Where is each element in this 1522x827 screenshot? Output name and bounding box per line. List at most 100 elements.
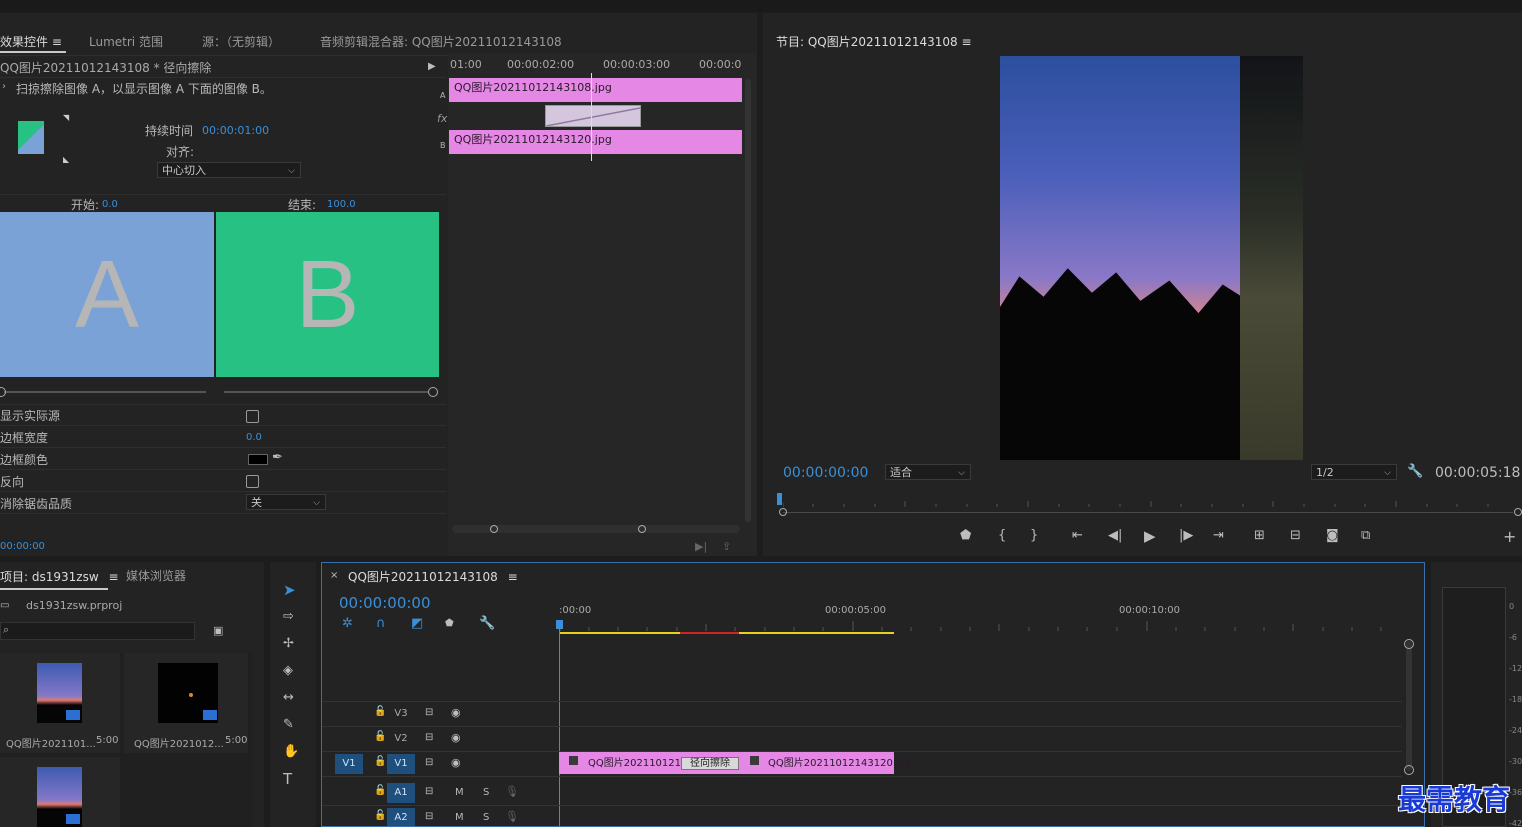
timeline-timecode[interactable]: 00:00:00:00 xyxy=(339,594,431,612)
linked-selection-icon[interactable]: ◩ xyxy=(411,616,423,632)
panel-menu-icon[interactable]: ≡ xyxy=(961,35,971,49)
align-dropdown[interactable]: 中心切入 ⌵ xyxy=(157,162,301,178)
eyedropper-icon[interactable]: ✒ xyxy=(272,450,283,466)
sync-lock-icon[interactable]: ⊟ xyxy=(425,730,433,746)
end-slider[interactable] xyxy=(224,391,428,393)
track-v2[interactable]: V2 xyxy=(387,729,415,749)
panel-menu-icon[interactable]: ≡ xyxy=(508,570,518,584)
program-playhead[interactable] xyxy=(777,493,782,505)
track-v1[interactable]: V1 xyxy=(387,754,415,774)
add-button-icon[interactable]: + xyxy=(1503,529,1516,545)
lock-icon[interactable]: 🔓 xyxy=(374,785,386,796)
mini-playhead[interactable] xyxy=(591,73,592,161)
program-video-frame[interactable] xyxy=(1000,56,1303,460)
mark-out-icon[interactable]: } xyxy=(1030,528,1038,544)
hand-icon[interactable]: ✋ xyxy=(283,744,299,760)
lock-icon[interactable]: 🔓 xyxy=(374,810,386,821)
add-marker-icon[interactable]: ⬟ xyxy=(445,616,454,632)
panel-menu-icon[interactable]: ≡ xyxy=(108,570,118,584)
project-item[interactable]: QQ图片2021101... 5:00 xyxy=(0,653,120,753)
scroll-handle[interactable] xyxy=(1404,765,1414,775)
mini-clip-a[interactable]: QQ图片20211012143108.jpg xyxy=(449,78,742,102)
microphone-icon[interactable]: 🎙 xyxy=(505,784,519,800)
track-a1[interactable]: A1 xyxy=(387,783,415,803)
export-icon[interactable]: ⇪ xyxy=(722,539,731,555)
eye-icon[interactable]: ◉ xyxy=(451,755,461,771)
timeline-playhead-line[interactable] xyxy=(559,629,560,826)
scroll-handle[interactable] xyxy=(638,525,646,533)
tab-audio-clip-mixer[interactable]: 音频剪辑混合器: QQ图片20211012143108 xyxy=(320,33,562,50)
mark-in-icon[interactable]: { xyxy=(998,528,1006,544)
camera-icon[interactable]: ◙ xyxy=(1326,528,1339,544)
play-triangle-icon[interactable]: ▶ xyxy=(428,59,436,75)
timeline-settings-icon[interactable]: 🔧 xyxy=(479,616,495,632)
project-item[interactable]: QQ图片2021012... 5:00 xyxy=(124,653,248,753)
antialias-dropdown[interactable]: 关 ⌵ xyxy=(246,494,326,510)
collapse-arrow-icon[interactable]: › xyxy=(2,81,6,92)
mini-transition[interactable] xyxy=(545,105,641,127)
marker-icon[interactable]: ⬟ xyxy=(960,528,971,544)
scroll-handle[interactable] xyxy=(1404,639,1414,649)
source-patch-v1[interactable]: V1 xyxy=(335,754,363,774)
new-bin-icon[interactable]: ▣ xyxy=(213,623,223,639)
close-icon[interactable]: × xyxy=(330,568,338,584)
razor-icon[interactable]: ◈ xyxy=(283,663,293,679)
eye-icon[interactable]: ◉ xyxy=(451,705,461,721)
sync-lock-icon[interactable]: ⊟ xyxy=(425,784,433,800)
mini-clip-b[interactable]: QQ图片20211012143120.jpg xyxy=(449,130,742,154)
mute-button[interactable]: M xyxy=(455,787,464,798)
timeline-vscrollbar[interactable] xyxy=(1406,641,1412,771)
tab-lumetri-scopes[interactable]: Lumetri 范围 xyxy=(89,33,163,50)
zoom-handle[interactable] xyxy=(779,508,787,516)
reverse-checkbox[interactable] xyxy=(246,475,259,488)
start-slider[interactable] xyxy=(4,391,206,393)
snap-icon[interactable]: ∩ xyxy=(376,616,386,632)
project-item[interactable] xyxy=(0,757,120,827)
tab-media-browser[interactable]: 媒体浏览器 xyxy=(126,567,186,584)
end-value[interactable]: 100.0 xyxy=(327,199,356,210)
mini-vscrollbar[interactable] xyxy=(745,79,751,522)
sync-lock-icon[interactable]: ⊟ xyxy=(425,705,433,721)
tab-project[interactable]: 项目: ds1931zsw ≡ xyxy=(0,568,119,585)
lock-icon[interactable]: 🔓 xyxy=(374,756,386,767)
eye-icon[interactable]: ◉ xyxy=(451,730,461,746)
extract-icon[interactable]: ⊟ xyxy=(1290,528,1301,544)
v1-clip-2[interactable]: QQ图片20211012143120.jpg xyxy=(768,754,911,769)
nest-icon[interactable]: ✲ xyxy=(342,616,353,632)
slider-handle[interactable] xyxy=(428,387,438,397)
lock-icon[interactable]: 🔓 xyxy=(374,706,386,717)
program-scrub-bar[interactable] xyxy=(782,493,1516,511)
zoom-track[interactable] xyxy=(783,512,1513,513)
timeline-playhead-head[interactable] xyxy=(556,620,563,629)
slip-icon[interactable]: ↔ xyxy=(283,690,294,706)
track-a2[interactable]: A2 xyxy=(387,808,415,826)
program-timecode[interactable]: 00:00:00:00 xyxy=(783,465,868,481)
sync-lock-icon[interactable]: ⊟ xyxy=(425,809,433,825)
track-v3[interactable]: V3 xyxy=(387,704,415,724)
compare-icon[interactable]: ⧉ xyxy=(1361,528,1370,544)
lift-icon[interactable]: ⊞ xyxy=(1254,528,1265,544)
mute-button[interactable]: M xyxy=(455,812,464,823)
tab-source[interactable]: 源：（无剪辑） xyxy=(202,33,280,50)
sync-lock-icon[interactable]: ⊟ xyxy=(425,755,433,771)
microphone-icon[interactable]: 🎙 xyxy=(505,809,519,825)
go-to-in-icon[interactable]: ⇤ xyxy=(1072,528,1083,544)
solo-button[interactable]: S xyxy=(483,812,489,823)
scroll-handle[interactable] xyxy=(490,525,498,533)
v1-clip-1[interactable]: QQ图片2021101214 xyxy=(588,754,687,769)
play-icon[interactable]: ▶ xyxy=(1144,528,1156,544)
selection-tool-icon[interactable]: ➤ xyxy=(283,582,296,598)
border-color-swatch[interactable] xyxy=(248,454,268,465)
resolution-dropdown[interactable]: 1/2 ⌵ xyxy=(1311,464,1397,480)
transition-radial-wipe[interactable]: 径向擦除 xyxy=(681,757,739,770)
step-back-icon[interactable]: ◀| xyxy=(1108,528,1122,544)
program-title[interactable]: 节目: QQ图片20211012143108 ≡ xyxy=(776,33,972,50)
type-tool-icon[interactable]: T xyxy=(283,771,292,787)
border-width-value[interactable]: 0.0 xyxy=(246,432,262,443)
start-value[interactable]: 0.0 xyxy=(102,199,118,210)
track-select-icon[interactable]: ⇨ xyxy=(283,609,294,625)
solo-button[interactable]: S xyxy=(483,787,489,798)
fit-dropdown[interactable]: 适合 ⌵ xyxy=(885,464,971,480)
play-only-icon[interactable]: ▶| xyxy=(695,539,707,555)
zoom-handle[interactable] xyxy=(1514,508,1522,516)
